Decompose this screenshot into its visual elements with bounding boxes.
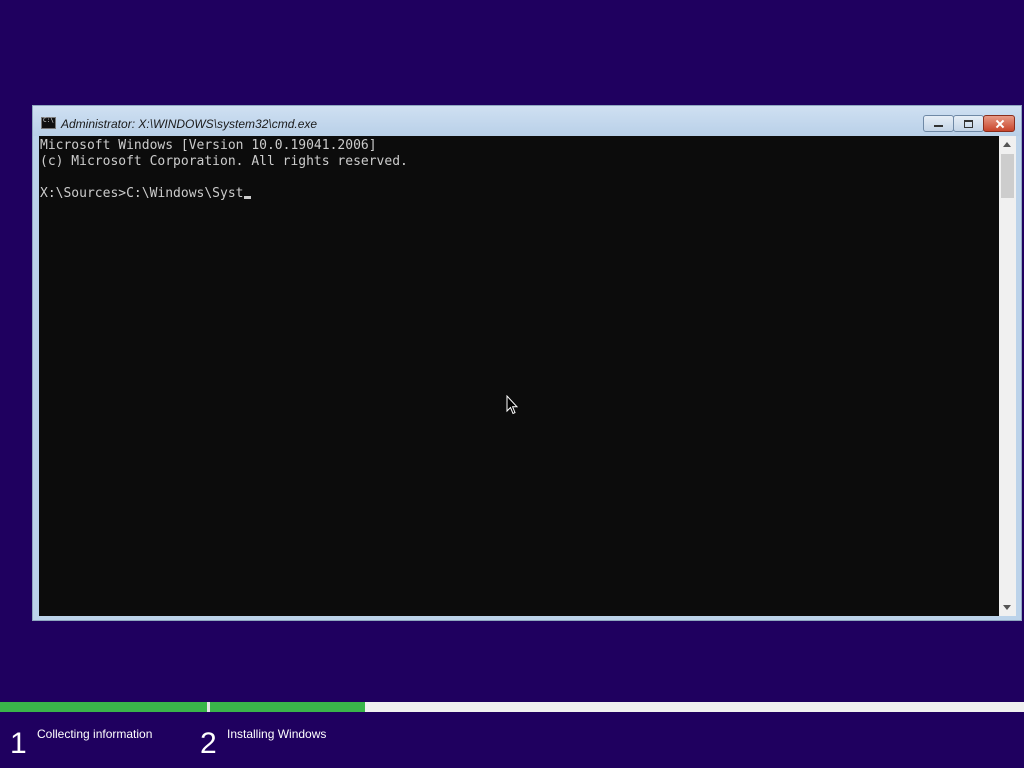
setup-step-collecting: 1 Collecting information (10, 724, 190, 764)
setup-background: Administrator: X:\WINDOWS\system32\cmd.e… (0, 0, 1024, 768)
setup-step-installing: 2 Installing Windows (200, 724, 400, 764)
text-cursor (243, 196, 251, 199)
scroll-up-icon[interactable] (999, 138, 1016, 152)
step-label: Installing Windows (227, 727, 327, 741)
console-line: Microsoft Windows [Version 10.0.19041.20… (40, 138, 377, 153)
step-number: 2 (200, 727, 217, 760)
maximize-icon (954, 116, 983, 131)
cmd-window[interactable]: Administrator: X:\WINDOWS\system32\cmd.e… (32, 105, 1022, 621)
progress-segment-installing (210, 702, 1024, 712)
console-output[interactable]: Microsoft Windows [Version 10.0.19041.20… (39, 136, 999, 616)
close-button[interactable] (983, 115, 1015, 132)
setup-progress-bar (0, 702, 1024, 712)
console-line: (c) Microsoft Corporation. All rights re… (40, 154, 408, 169)
window-title: Administrator: X:\WINDOWS\system32\cmd.e… (61, 117, 318, 131)
progress-segment-collecting (0, 702, 207, 712)
minimize-icon (924, 116, 953, 131)
minimize-button[interactable] (923, 115, 954, 132)
command-line[interactable]: X:\Sources>C:\Windows\Syst (40, 186, 251, 202)
cmd-icon[interactable] (41, 117, 56, 129)
progress-fill (0, 702, 207, 712)
caption-buttons (923, 115, 1015, 133)
mouse-pointer-icon (506, 395, 518, 415)
scroll-down-icon[interactable] (999, 600, 1016, 614)
scroll-thumb[interactable] (1001, 154, 1014, 198)
vertical-scrollbar[interactable] (999, 136, 1016, 616)
command-prompt-text: X:\Sources>C:\Windows\Syst (40, 186, 244, 201)
title-bar[interactable]: Administrator: X:\WINDOWS\system32\cmd.e… (33, 106, 1021, 136)
close-icon (984, 116, 1014, 131)
progress-fill (210, 702, 365, 712)
step-label: Collecting information (37, 727, 153, 741)
step-number: 1 (10, 727, 27, 760)
maximize-button[interactable] (953, 115, 984, 132)
